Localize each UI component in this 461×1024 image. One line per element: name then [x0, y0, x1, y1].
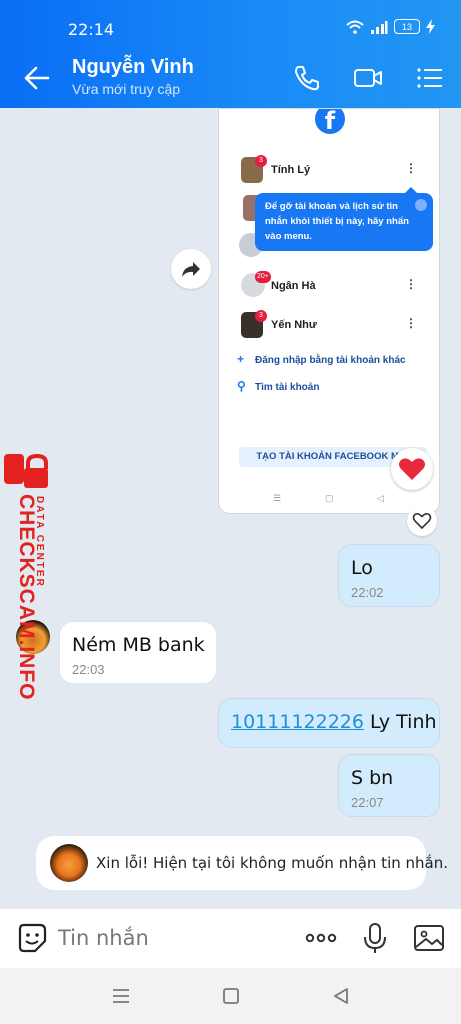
back-icon[interactable] [330, 986, 352, 1006]
video-call-icon[interactable] [352, 62, 384, 94]
recent-apps-icon[interactable] [110, 986, 132, 1006]
contact-name[interactable]: Nguyễn Vinh [72, 56, 194, 79]
watermark: CHECKSCAM.INFO DATA CENTER [0, 452, 60, 701]
avatar [50, 844, 88, 882]
react-button[interactable] [407, 506, 437, 536]
notification-badge: 3 [255, 155, 267, 167]
notice-text: Xin lỗi! Hiện tại tôi không muốn nhận ti… [96, 854, 448, 872]
forward-button[interactable] [171, 249, 211, 289]
back-triangle-icon: ◁ [377, 493, 384, 503]
message-link[interactable]: 10111122226 [231, 711, 364, 733]
close-icon [415, 199, 427, 211]
watermark-subtext: DATA CENTER [34, 496, 45, 588]
sticker-icon[interactable] [15, 921, 49, 955]
phone-call-icon[interactable] [291, 62, 323, 94]
chat-header: Nguyễn Vinh Vừa mới truy cập [0, 48, 461, 108]
status-time: 22:14 [68, 20, 115, 39]
tooltip-text: Để gỡ tài khoản và lịch sử tin nhắn khỏi… [265, 201, 409, 242]
notification-badge: 20+ [255, 271, 271, 283]
battery-icon: 13 [394, 19, 420, 34]
account-name: Tính Lý [271, 164, 311, 176]
top-bar: 22:14 13 Nguyễn Vinh Vừa mới truy cập [0, 0, 461, 108]
status-bar: 22:14 13 [0, 0, 461, 48]
heart-outline-icon [412, 513, 432, 530]
android-nav-bar: ☰ ▢ ◁ [219, 491, 439, 507]
tooltip: Để gỡ tài khoản và lịch sử tin nhắn khỏi… [255, 187, 433, 251]
message-bubble[interactable]: S bn 22:07 [338, 754, 440, 817]
home-square-icon: ▢ [325, 493, 334, 503]
account-item: 3 Yến Như ⋮ [237, 310, 427, 340]
menu-list-icon[interactable] [414, 62, 446, 94]
status-icons: 13 [346, 19, 435, 34]
heart-reaction[interactable] [391, 448, 433, 490]
find-account-label: Tìm tài khoản [255, 382, 320, 393]
login-other-link: + Đăng nhập bằng tài khoản khác [237, 352, 406, 366]
system-notice: Xin lỗi! Hiện tại tôi không muốn nhận ti… [36, 836, 448, 890]
charging-icon [426, 19, 435, 34]
notification-badge: 3 [255, 310, 267, 322]
message-bubble[interactable]: Ném MB bank 22:03 [59, 621, 217, 684]
message-text: 10111122226 Ly Tinh [231, 711, 437, 733]
more-options-icon[interactable] [304, 921, 338, 955]
plus-icon: + [237, 352, 245, 366]
heart-icon [399, 458, 425, 480]
contact-status: Vừa mới truy cập [72, 81, 181, 97]
message-input-bar: Tin nhắn [0, 908, 461, 968]
message-text-suffix: Ly Tinh [363, 711, 437, 733]
more-vertical-icon: ⋮ [405, 316, 417, 330]
home-icon[interactable] [220, 986, 242, 1006]
account-name: Ngân Hà [271, 280, 316, 292]
message-bubble[interactable]: 10111122226 Ly Tinh [218, 698, 440, 748]
chat-area[interactable]: f 3 Tính Lý ⋮ Để gỡ tài khoản và lịch sử… [0, 108, 461, 908]
find-account-link: ⚲ Tìm tài khoản [237, 379, 319, 393]
wifi-icon [346, 20, 364, 34]
search-icon: ⚲ [237, 379, 246, 393]
account-name: Yến Như [271, 319, 317, 331]
message-time: 22:03 [72, 662, 105, 677]
facebook-logo-icon: f [315, 109, 345, 135]
microphone-icon[interactable] [358, 921, 392, 955]
more-vertical-icon: ⋮ [405, 277, 417, 291]
message-time: 22:02 [351, 585, 384, 600]
account-item: 3 Tính Lý ⋮ [237, 155, 427, 185]
message-time: 22:07 [351, 795, 384, 810]
login-other-label: Đăng nhập bằng tài khoản khác [255, 355, 406, 366]
message-text: S bn [351, 767, 394, 789]
share-arrow-icon [182, 262, 200, 277]
message-text: Lo [351, 557, 373, 579]
message-text: Ném MB bank [72, 634, 205, 656]
lock-icon [4, 453, 48, 488]
back-arrow-icon[interactable] [18, 60, 54, 96]
message-bubble[interactable]: Lo 22:02 [338, 544, 440, 607]
more-vertical-icon: ⋮ [405, 161, 417, 175]
system-nav-bar [0, 968, 461, 1024]
menu-icon: ☰ [273, 493, 282, 503]
signal-icon [371, 20, 388, 34]
account-item: 20+ Ngân Hà ⋮ [237, 271, 427, 301]
image-gallery-icon[interactable] [412, 921, 446, 955]
message-input[interactable]: Tin nhắn [58, 926, 149, 950]
